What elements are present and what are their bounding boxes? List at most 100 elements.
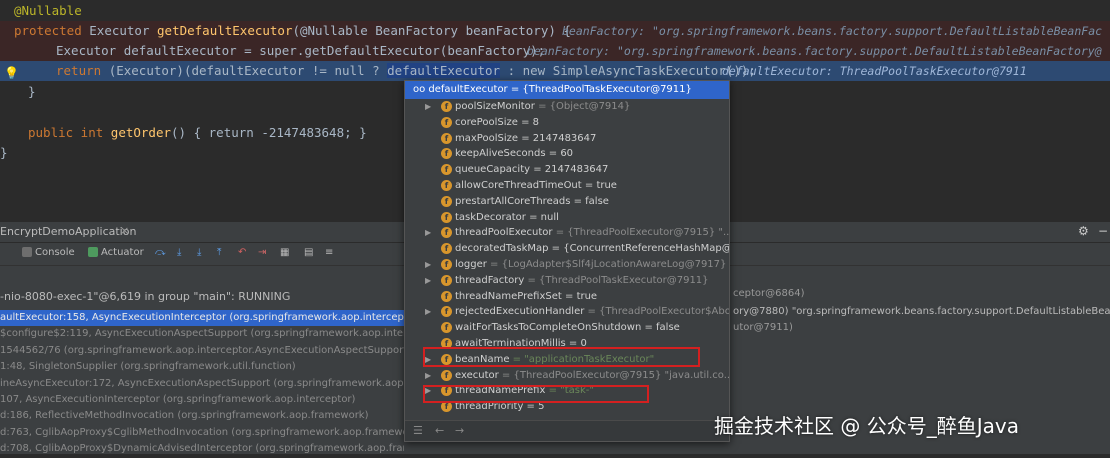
field-row[interactable]: ▶ f poolSizeMonitor = {Object@7914} <box>405 99 729 115</box>
field-name: logger <box>455 258 487 270</box>
variable-info-prefix: ory@7880) <box>733 306 789 317</box>
console-tab[interactable]: Console <box>22 247 75 258</box>
highlight-threadnameprefix <box>423 385 649 403</box>
field-icon: f <box>441 211 452 223</box>
force-step-into-icon[interactable]: ⤓ <box>197 247 201 258</box>
field-row[interactable]: f queueCapacity = 2147483647 <box>405 162 729 178</box>
field-row[interactable]: ▶ f rejectedExecutionHandler = {ThreadPool… <box>405 304 729 320</box>
minimize-icon[interactable]: − <box>1098 224 1108 238</box>
method-name: getOrder <box>110 125 172 140</box>
field-icon: f <box>441 179 452 191</box>
step-over-icon[interactable]: ⤼ <box>155 247 166 258</box>
field-name: rejectedExecutionHandler <box>455 306 585 318</box>
field-icon: f <box>441 290 452 302</box>
field-text: prestartAllCoreThreads = false <box>455 194 609 210</box>
field-name: queueCapacity <box>455 164 531 176</box>
frames-list: aultExecutor:158, AsyncExecutionIntercep… <box>0 310 404 458</box>
field-row[interactable]: f threadNamePrefixSet = true <box>405 289 729 305</box>
field-icon: f <box>441 116 452 128</box>
method-name: getDefaultExecutor <box>157 23 293 38</box>
thread-selector[interactable]: -nio-8080-exec-1"@6,619 in group "main":… <box>0 287 290 307</box>
evaluate-icon[interactable]: ▦ <box>280 247 289 258</box>
field-name: keepAliveSeconds <box>455 148 546 160</box>
expand-arrow-icon[interactable]: ▶ <box>425 368 431 384</box>
field-icon: f <box>441 148 452 160</box>
debug-variable-popup[interactable]: oo defaultExecutor = {ThreadPoolTaskExec… <box>404 80 730 442</box>
field-text: poolSizeMonitor = {Object@7914} <box>455 99 630 115</box>
frame-item[interactable]: d:763, CglibAopProxy$CglibMethodInvocati… <box>0 425 404 441</box>
field-name: maxPoolSize <box>455 132 519 144</box>
table-icon[interactable]: ▤ <box>304 247 313 258</box>
code-line-3: Executor defaultExecutor = super.getDefa… <box>0 41 1110 61</box>
field-text: queueCapacity = 2147483647 <box>455 162 608 178</box>
field-text: threadFactory = {ThreadPoolTaskExecutor@… <box>455 273 709 289</box>
tree-view-icon[interactable]: ☰ <box>413 424 423 437</box>
field-row[interactable]: ▶ f logger = {LogAdapter$Slf4jLocationAwar… <box>405 257 729 273</box>
field-row[interactable]: ▶ f executor = {ThreadPoolExecutor@7915} "… <box>405 368 729 384</box>
inline-debug-hint: defaultExecutor: ThreadPoolTaskExecutor@… <box>722 64 1027 78</box>
field-value: = true <box>561 290 598 302</box>
lightbulb-icon[interactable]: 💡 <box>4 63 19 80</box>
run-to-cursor-icon[interactable]: ⇥ <box>258 247 266 258</box>
field-icon: f <box>441 227 452 239</box>
brace: } <box>0 145 8 160</box>
step-into-icon[interactable]: ⤓ <box>177 247 181 258</box>
variable-info-value: "org.springframework.beans.factory.suppo… <box>791 306 1110 317</box>
field-value: = {Object@7914} <box>534 101 631 112</box>
frame-item[interactable]: $configure$2:119, AsyncExecutionAspectSu… <box>0 326 404 342</box>
field-text: executor = {ThreadPoolExecutor@7915} "ja… <box>455 368 729 384</box>
frame-item[interactable]: 1544562/76 (org.springframework.aop.inte… <box>0 343 404 359</box>
frame-item[interactable]: 1:48, SingletonSupplier (org.springframe… <box>0 359 404 375</box>
field-row[interactable]: f prestartAllCoreThreads = false <box>405 194 729 210</box>
run-config-tab[interactable]: EncryptDemoApplication <box>0 225 136 238</box>
field-name: decoratedTaskMap <box>455 243 549 255</box>
close-icon[interactable]: × <box>120 224 129 237</box>
expand-arrow-icon[interactable]: ▶ <box>425 99 431 115</box>
frame-item[interactable]: 107, AsyncExecutionInterceptor (org.spri… <box>0 392 404 408</box>
variable-info: utor@7911) <box>733 322 793 333</box>
field-name: waitForTasksToCompleteOnShutdown <box>455 322 642 334</box>
field-row[interactable]: f decoratedTaskMap = {ConcurrentReference… <box>405 241 729 257</box>
field-name: taskDecorator <box>455 211 526 223</box>
field-name: prestartAllCoreThreads <box>455 195 571 207</box>
field-row[interactable]: ▶ f threadFactory = {ThreadPoolTaskExecuto… <box>405 273 729 289</box>
step-out-icon[interactable]: ⤒ <box>217 247 221 258</box>
field-name: poolSizeMonitor <box>455 101 535 112</box>
annotation-text: @Nullable <box>14 3 82 18</box>
field-name: corePoolSize <box>455 116 518 128</box>
expand-arrow-icon[interactable]: ▶ <box>425 225 431 241</box>
selected-expression[interactable]: defaultExecutor <box>387 63 501 78</box>
back-arrow-icon[interactable]: ← <box>435 424 444 437</box>
expand-arrow-icon[interactable]: ▶ <box>425 257 431 273</box>
field-row[interactable]: f waitForTasksToCompleteOnShutdown = fals… <box>405 320 729 336</box>
expand-arrow-icon[interactable]: ▶ <box>425 273 431 289</box>
frame-item[interactable]: d:186, ReflectiveMethodInvocation (org.s… <box>0 408 404 424</box>
variable-info: ceptor@6864) <box>733 288 805 299</box>
drop-frame-icon[interactable]: ↶ <box>238 247 246 258</box>
field-row[interactable]: f keepAliveSeconds = 60 <box>405 146 729 162</box>
field-value: = 2147483647 <box>518 132 597 144</box>
field-row[interactable]: f allowCoreThreadTimeOut = true <box>405 178 729 194</box>
field-name: allowCoreThreadTimeOut <box>455 179 582 191</box>
frame-item-selected[interactable]: aultExecutor:158, AsyncExecutionIntercep… <box>0 310 404 327</box>
popup-header[interactable]: oo defaultExecutor = {ThreadPoolTaskExec… <box>405 81 729 99</box>
actuator-tab[interactable]: Actuator <box>88 247 144 258</box>
type-name: Executor <box>89 23 150 38</box>
field-text: threadPoolExecutor = {ThreadPoolExecutor… <box>455 225 729 241</box>
field-text: logger = {LogAdapter$Slf4jLocationAwareL… <box>455 257 726 273</box>
field-row[interactable]: f maxPoolSize = 2147483647 <box>405 131 729 147</box>
forward-arrow-icon[interactable]: → <box>455 424 464 437</box>
more-icon[interactable]: ≡ <box>325 247 333 258</box>
field-icon: f <box>441 195 452 207</box>
field-value: = true <box>581 179 617 191</box>
code-line-current: 💡 return (Executor)(defaultExecutor != n… <box>0 61 1110 81</box>
field-row[interactable]: f corePoolSize = 8 <box>405 115 729 131</box>
field-value: = 60 <box>545 148 574 160</box>
field-row[interactable]: f taskDecorator = null <box>405 210 729 226</box>
gear-icon[interactable]: ⚙ <box>1078 224 1089 238</box>
frame-item[interactable]: d:708, CglibAopProxy$DynamicAdvisedInter… <box>0 441 404 457</box>
field-icon: f <box>441 243 452 255</box>
frame-item[interactable]: ineAsyncExecutor:172, AsyncExecutionAspe… <box>0 376 404 392</box>
field-row[interactable]: ▶ f threadPoolExecutor = {ThreadPoolExecut… <box>405 225 729 241</box>
expand-arrow-icon[interactable]: ▶ <box>425 304 431 320</box>
